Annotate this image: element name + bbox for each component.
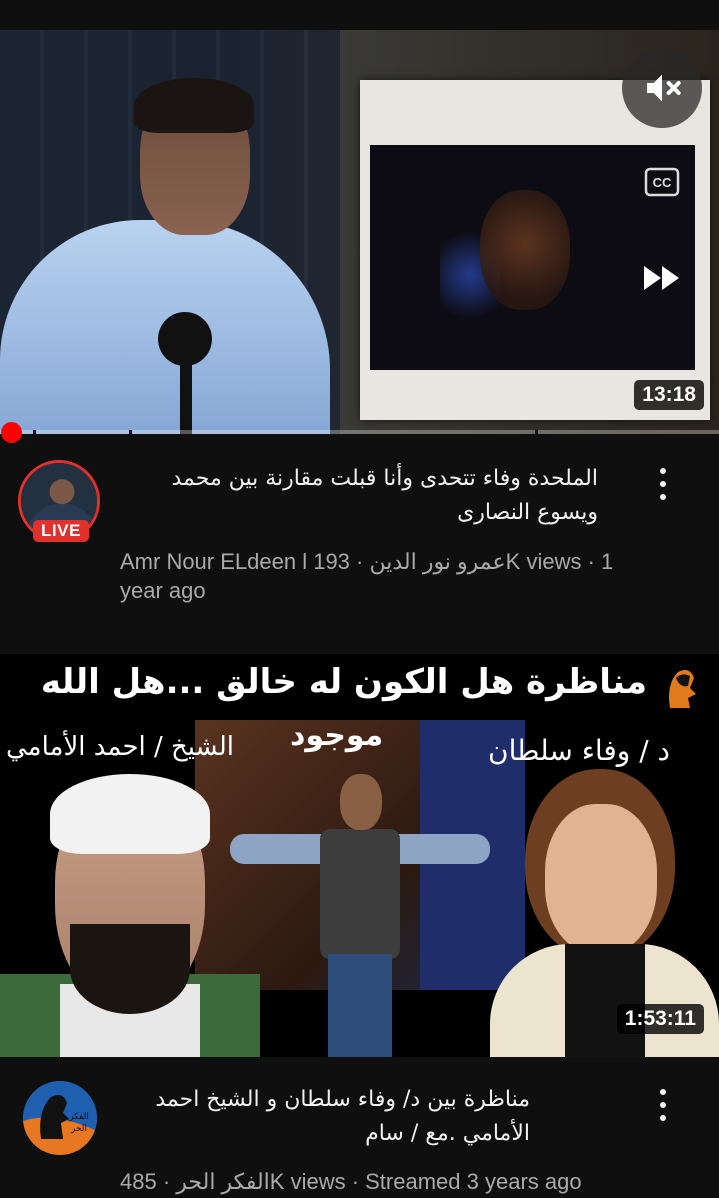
more-vert-icon xyxy=(660,468,666,474)
fast-forward-icon xyxy=(644,266,679,290)
live-badge: LIVE xyxy=(33,520,89,542)
overlay-left-label: الشيخ / احمد الأمامي xyxy=(6,732,234,762)
overlay-headline: مناظرة هل الكون له خالق ...هل الله xyxy=(40,662,647,702)
svg-text:CC: CC xyxy=(653,175,672,190)
volume-mute-icon xyxy=(647,74,681,102)
video-meta: Amr Nour ELdeen l عمرو نور الدين · 193K … xyxy=(120,547,640,605)
channel-avatar[interactable]: الفكر الحر xyxy=(23,1081,97,1155)
chapter-gap xyxy=(129,430,132,434)
video-thumbnail[interactable]: مناظرة هل الكون له خالق ...هل الله موجود… xyxy=(0,654,719,1057)
microphone xyxy=(158,312,212,366)
framed-photo-face xyxy=(480,190,570,310)
more-vert-icon xyxy=(660,1089,666,1095)
video-duration: 1:53:11 xyxy=(616,1004,704,1034)
chapter-gap xyxy=(535,430,538,434)
title-line: ويسوع النصارى xyxy=(457,500,598,525)
status-strip xyxy=(0,0,719,30)
video-thumbnail[interactable] xyxy=(0,30,719,434)
captions-icon: CC xyxy=(644,167,680,197)
video-meta: الفكر الحر · 485K views · Streamed 3 yea… xyxy=(120,1167,680,1196)
sheikh-cap xyxy=(50,774,210,854)
man-vest xyxy=(320,829,400,959)
meta-line: الفكر الحر · 485K views · Streamed 3 yea… xyxy=(120,1169,582,1194)
progress-scrubber[interactable] xyxy=(1,422,22,443)
more-options-button[interactable] xyxy=(648,1085,678,1125)
sheikh-beard xyxy=(70,924,190,1014)
meta-line: year ago xyxy=(120,578,206,603)
overlay-right-label: د / وفاء سلطان xyxy=(488,734,670,767)
speaker-hair xyxy=(134,78,254,133)
progress-bar[interactable] xyxy=(0,430,719,434)
fast-forward-button[interactable] xyxy=(640,258,684,298)
svg-text:الفكر: الفكر xyxy=(68,1112,89,1122)
mute-button[interactable] xyxy=(622,48,702,128)
title-line: الملحدة وفاء تتحدى وأنا قبلت مقارنة بين … xyxy=(171,466,599,491)
more-options-button[interactable] xyxy=(648,464,678,504)
man-jeans xyxy=(328,954,392,1057)
brand-logo-icon: الفكر الحر xyxy=(23,1081,97,1155)
title-line: مناظرة بين د/ وفاء سلطان و الشيخ احمد xyxy=(155,1087,530,1112)
video-title[interactable]: مناظرة بين د/ وفاء سلطان و الشيخ احمد ال… xyxy=(118,1083,530,1151)
brand-logo-icon xyxy=(669,670,696,708)
video-title[interactable]: الملحدة وفاء تتحدى وأنا قبلت مقارنة بين … xyxy=(118,462,599,530)
chapter-gap xyxy=(33,430,36,434)
video-duration: 13:18 xyxy=(634,380,704,410)
captions-button[interactable]: CC xyxy=(644,167,680,197)
overlay-headline-2: موجود xyxy=(290,718,384,753)
title-line: الأمامي .مع / سام xyxy=(365,1121,530,1146)
woman-scarf xyxy=(565,944,645,1057)
microphone-stand xyxy=(180,360,192,434)
woman-face xyxy=(545,804,657,954)
svg-text:الحر: الحر xyxy=(70,1124,87,1134)
meta-line: Amr Nour ELdeen l عمرو نور الدين · 193K … xyxy=(120,549,614,574)
man-head xyxy=(340,774,382,830)
